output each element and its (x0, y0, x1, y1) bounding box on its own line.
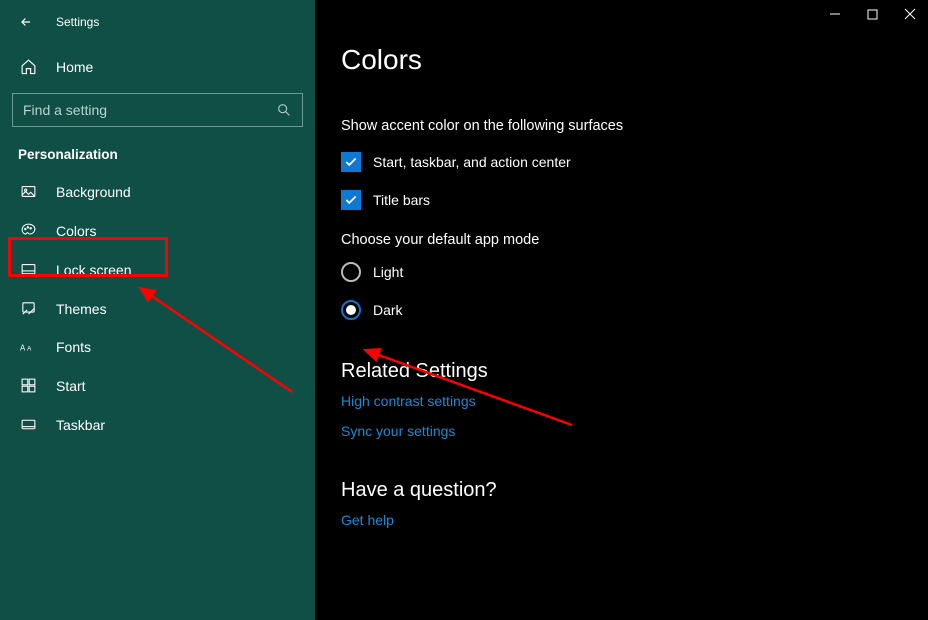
sidebar-item-label: Taskbar (56, 417, 105, 433)
radio-icon (341, 300, 361, 320)
radio-dark[interactable]: Dark (341, 300, 928, 320)
nav-home-label: Home (56, 59, 93, 75)
link-get-help[interactable]: Get help (341, 512, 928, 528)
back-button[interactable] (14, 10, 38, 34)
close-button[interactable] (904, 8, 916, 23)
search-input[interactable] (23, 102, 274, 118)
sidebar-item-label: Lock screen (56, 262, 131, 278)
checkbox-icon (341, 152, 361, 172)
svg-text:A: A (20, 344, 26, 353)
sidebar-item-colors[interactable]: Colors (0, 211, 315, 250)
picture-icon (18, 183, 38, 200)
checkbox-label: Title bars (373, 192, 430, 208)
start-icon (18, 377, 38, 394)
nav-home[interactable]: Home (0, 48, 315, 85)
radio-label: Light (373, 264, 403, 280)
palette-icon (18, 222, 38, 239)
surfaces-heading: Show accent color on the following surfa… (341, 118, 928, 134)
question-heading: Have a question? (341, 479, 928, 502)
window-title: Settings (56, 15, 99, 29)
home-icon (18, 58, 38, 75)
sidebar-item-label: Themes (56, 301, 107, 317)
link-sync-settings[interactable]: Sync your settings (341, 423, 928, 439)
sidebar-item-start[interactable]: Start (0, 366, 315, 405)
content-area: Colors Show accent color on the followin… (315, 0, 928, 528)
taskbar-icon (18, 416, 38, 433)
sidebar-item-taskbar[interactable]: Taskbar (0, 405, 315, 444)
lockscreen-icon (18, 261, 38, 278)
titlebar: Settings (0, 6, 315, 38)
radio-label: Dark (373, 302, 403, 318)
window-controls (829, 8, 916, 23)
radio-light[interactable]: Light (341, 262, 928, 282)
search-icon (274, 102, 294, 118)
sidebar-item-lockscreen[interactable]: Lock screen (0, 250, 315, 289)
checkbox-start-taskbar[interactable]: Start, taskbar, and action center (341, 152, 928, 172)
sidebar-item-background[interactable]: Background (0, 172, 315, 211)
sidebar: Settings Home Personalization Background… (0, 0, 315, 620)
svg-text:A: A (27, 346, 32, 353)
search-box[interactable] (12, 93, 303, 127)
sidebar-item-label: Fonts (56, 339, 91, 355)
checkbox-title-bars[interactable]: Title bars (341, 190, 928, 210)
section-header: Personalization (0, 133, 315, 172)
fonts-icon: AA (18, 340, 38, 354)
related-heading: Related Settings (341, 360, 928, 383)
sidebar-item-themes[interactable]: Themes (0, 289, 315, 328)
checkbox-label: Start, taskbar, and action center (373, 154, 571, 170)
page-title: Colors (341, 44, 928, 76)
link-high-contrast[interactable]: High contrast settings (341, 393, 928, 409)
checkbox-icon (341, 190, 361, 210)
maximize-button[interactable] (867, 8, 878, 23)
minimize-button[interactable] (829, 8, 841, 23)
mode-heading: Choose your default app mode (341, 232, 928, 248)
sidebar-item-label: Colors (56, 223, 96, 239)
sidebar-item-fonts[interactable]: AA Fonts (0, 328, 315, 366)
sidebar-item-label: Background (56, 184, 131, 200)
radio-icon (341, 262, 361, 282)
main-panel: Colors Show accent color on the followin… (315, 0, 928, 620)
themes-icon (18, 300, 38, 317)
sidebar-item-label: Start (56, 378, 86, 394)
